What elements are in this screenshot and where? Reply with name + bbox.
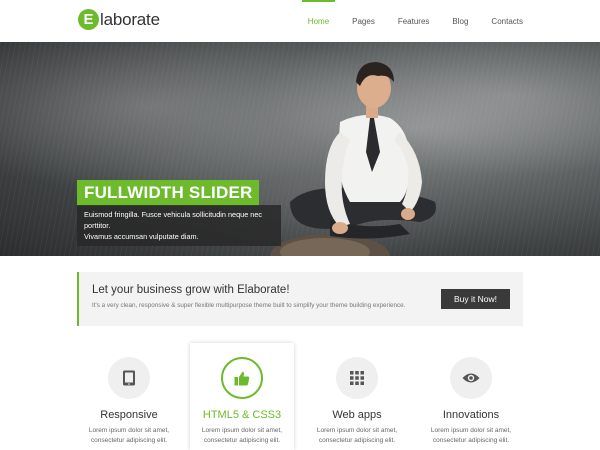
tablet-icon bbox=[108, 357, 150, 399]
eye-icon bbox=[450, 357, 492, 399]
logo-text: laborate bbox=[100, 9, 160, 29]
feature-web-apps[interactable]: Web apps Lorem ipsum dolor sit amet, con… bbox=[305, 343, 409, 450]
feature-title: HTML5 & CSS3 bbox=[202, 409, 282, 421]
grid-icon bbox=[336, 357, 378, 399]
feature-title: Innovations bbox=[442, 409, 500, 421]
hero-photo-man bbox=[270, 62, 436, 256]
feature-title: Web apps bbox=[332, 409, 382, 421]
logo-badge: E bbox=[78, 9, 99, 30]
hero-slider[interactable]: FULLWIDTH SLIDER Euismod fringilla. Fusc… bbox=[0, 42, 600, 256]
nav-item-pages[interactable]: Pages bbox=[352, 0, 375, 42]
feature-text-line1: Lorem ipsum dolor sit amet, bbox=[88, 427, 170, 434]
nav-item-home[interactable]: Home bbox=[301, 0, 336, 42]
nav-item-contacts[interactable]: Contacts bbox=[491, 0, 523, 42]
feature-title: Responsive bbox=[100, 409, 158, 421]
slider-caption-line2: Vivamus accumsan vulputate diam. bbox=[84, 232, 199, 241]
feature-text-line1: Lorem ipsum dolor sit amet, bbox=[316, 427, 398, 434]
slider-caption-line1: Euismod fringilla. Fusce vehicula sollic… bbox=[84, 210, 263, 230]
cta-title: Let your business grow with Elaborate! bbox=[92, 284, 290, 296]
feature-text-line2: consectetur adipiscing elit. bbox=[432, 436, 510, 444]
thumbs-up-icon bbox=[221, 357, 263, 399]
feature-html5-css3[interactable]: HTML5 & CSS3 Lorem ipsum dolor sit amet,… bbox=[190, 343, 294, 450]
feature-text-line1: Lorem ipsum dolor sit amet, bbox=[201, 427, 283, 434]
feature-innovations[interactable]: Innovations Lorem ipsum dolor sit amet, … bbox=[419, 343, 523, 450]
feature-text: Lorem ipsum dolor sit amet, consectetur … bbox=[190, 426, 294, 445]
nav-item-features[interactable]: Features bbox=[398, 0, 430, 42]
feature-text-line1: Lorem ipsum dolor sit amet, bbox=[430, 427, 512, 434]
feature-text-line2: consectetur adipiscing elit. bbox=[318, 436, 396, 444]
features-section: Responsive Lorem ipsum dolor sit amet, c… bbox=[77, 343, 523, 450]
feature-text-line2: consectetur adipiscing elit. bbox=[203, 436, 281, 444]
nav-item-blog[interactable]: Blog bbox=[452, 0, 468, 42]
cta-box: Let your business grow with Elaborate! I… bbox=[77, 272, 523, 326]
slider-caption: Euismod fringilla. Fusce vehicula sollic… bbox=[77, 205, 281, 246]
feature-text: Lorem ipsum dolor sit amet, consectetur … bbox=[419, 426, 523, 445]
cta-subtitle: It's a very clean, responsive & super fl… bbox=[92, 302, 406, 309]
feature-responsive[interactable]: Responsive Lorem ipsum dolor sit amet, c… bbox=[77, 343, 181, 450]
feature-text: Lorem ipsum dolor sit amet, consectetur … bbox=[305, 426, 409, 445]
feature-text-line2: consectetur adipiscing elit. bbox=[90, 436, 168, 444]
main-nav: Home Pages Features Blog Contacts bbox=[285, 0, 523, 42]
logo[interactable]: E laborate bbox=[78, 9, 160, 30]
slider-title: FULLWIDTH SLIDER bbox=[77, 180, 260, 206]
site-header: E laborate Home Pages Features Blog Cont… bbox=[0, 0, 600, 42]
buy-now-button[interactable]: Buy it Now! bbox=[441, 289, 510, 309]
feature-text: Lorem ipsum dolor sit amet, consectetur … bbox=[77, 426, 181, 445]
